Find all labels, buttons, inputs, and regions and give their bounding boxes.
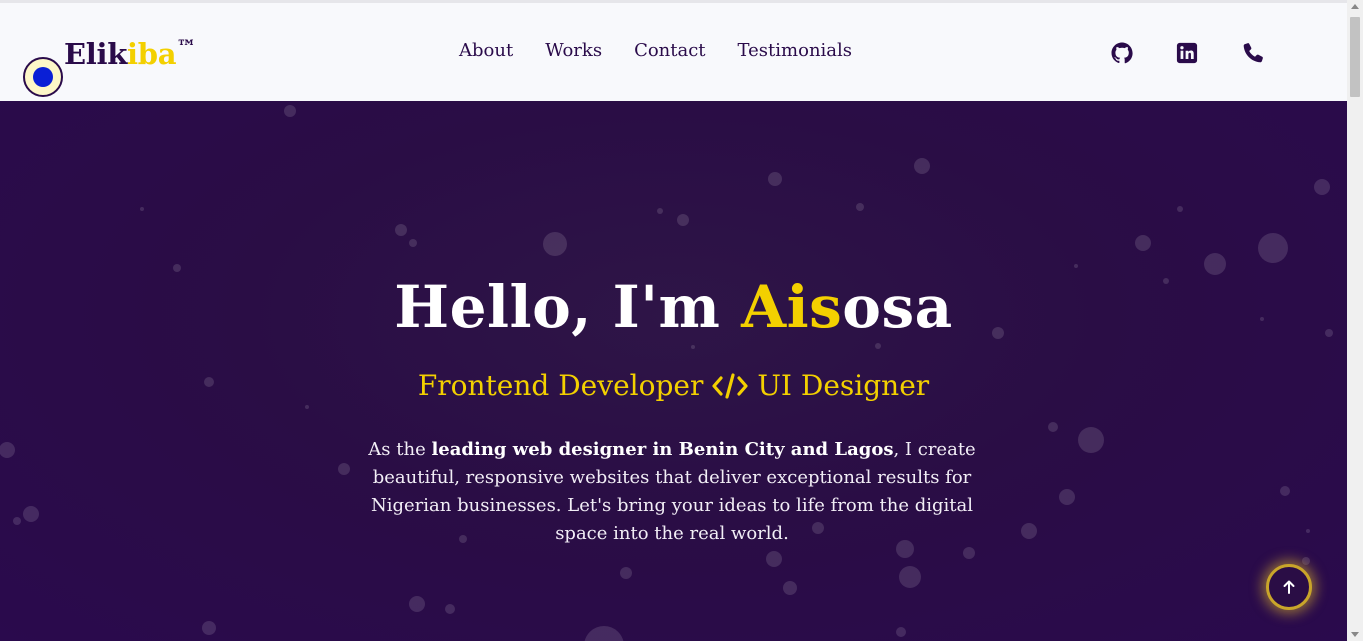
- particle: [1048, 422, 1058, 432]
- brand-name-part: Elik: [64, 37, 128, 71]
- particle: [584, 626, 624, 641]
- particle: [1059, 489, 1075, 505]
- particle: [1258, 233, 1288, 263]
- particle: [543, 232, 567, 256]
- particle: [1306, 529, 1310, 533]
- nav-link-contact[interactable]: Contact: [634, 40, 705, 61]
- back-to-top-button[interactable]: [1266, 564, 1312, 610]
- role-frontend: Frontend Developer: [417, 369, 704, 402]
- particle: [657, 208, 663, 214]
- particle: [284, 105, 296, 117]
- particle: [1204, 253, 1226, 275]
- particle: [766, 551, 782, 567]
- cursor-core: [33, 67, 53, 87]
- hero-section: Hello, I'm Aisosa Frontend Developer UI …: [0, 101, 1347, 641]
- linkedin-icon: [1176, 42, 1198, 64]
- particle: [783, 581, 797, 595]
- hero-name-accent: Ais: [741, 273, 843, 341]
- scroll-down-arrow[interactable]: [1351, 632, 1359, 637]
- particle: [305, 405, 309, 409]
- scroll-up-arrow[interactable]: [1351, 4, 1359, 9]
- particle: [13, 517, 21, 525]
- custom-cursor: [23, 57, 63, 97]
- particle: [338, 463, 350, 475]
- particle: [445, 604, 455, 614]
- particle: [677, 214, 689, 226]
- particle: [768, 172, 782, 186]
- phone-link[interactable]: [1234, 34, 1272, 72]
- particle: [140, 207, 144, 211]
- particle: [409, 239, 417, 247]
- intro-bold: leading web designer in Benin City and L…: [431, 439, 894, 460]
- particle: [963, 547, 975, 559]
- particle: [620, 567, 632, 579]
- site-header: Elikiba™ About Works Contact Testimonial…: [0, 3, 1347, 101]
- github-icon: [1111, 42, 1133, 64]
- particle: [1280, 486, 1290, 496]
- hero-role: Frontend Developer UI Designer: [0, 369, 1347, 402]
- particle: [395, 224, 407, 236]
- particle: [856, 203, 864, 211]
- particle: [896, 627, 906, 637]
- page-scrollbar[interactable]: [1347, 0, 1363, 641]
- nav-link-works[interactable]: Works: [545, 40, 602, 61]
- particle: [1074, 264, 1078, 268]
- linkedin-link[interactable]: [1168, 34, 1206, 72]
- nav-link-testimonials[interactable]: Testimonials: [738, 40, 852, 61]
- arrow-up-icon: [1283, 580, 1295, 594]
- particle: [1135, 235, 1151, 251]
- code-icon: [712, 372, 748, 399]
- particle: [1314, 179, 1330, 195]
- phone-icon: [1243, 43, 1263, 63]
- particle: [1177, 206, 1183, 212]
- particle: [875, 343, 881, 349]
- particle: [914, 158, 930, 174]
- particle: [409, 596, 425, 612]
- hero-name-rest: osa: [842, 273, 953, 341]
- particle: [899, 566, 921, 588]
- hero-heading: Hello, I'm Aisosa: [0, 273, 1347, 341]
- particle: [691, 345, 695, 349]
- particle: [202, 621, 216, 635]
- particle: [173, 264, 181, 272]
- particle: [1078, 427, 1104, 453]
- particle: [0, 442, 15, 458]
- nav-link-about[interactable]: About: [459, 40, 513, 61]
- role-ui-designer: UI Designer: [757, 369, 930, 402]
- hero-greeting: Hello, I'm: [394, 273, 742, 341]
- github-link[interactable]: [1103, 34, 1141, 72]
- main-nav: About Works Contact Testimonials: [459, 40, 884, 61]
- brand-name-accent: iba: [127, 37, 177, 71]
- intro-before: As the: [368, 439, 432, 460]
- particle: [1021, 523, 1037, 539]
- brand-logo[interactable]: Elikiba™: [64, 35, 196, 71]
- particle: [1302, 557, 1310, 565]
- particle: [23, 506, 39, 522]
- hero-intro: As the leading web designer in Benin Cit…: [368, 436, 976, 548]
- trademark-symbol: ™: [176, 35, 196, 59]
- scrollbar-thumb[interactable]: [1350, 17, 1360, 97]
